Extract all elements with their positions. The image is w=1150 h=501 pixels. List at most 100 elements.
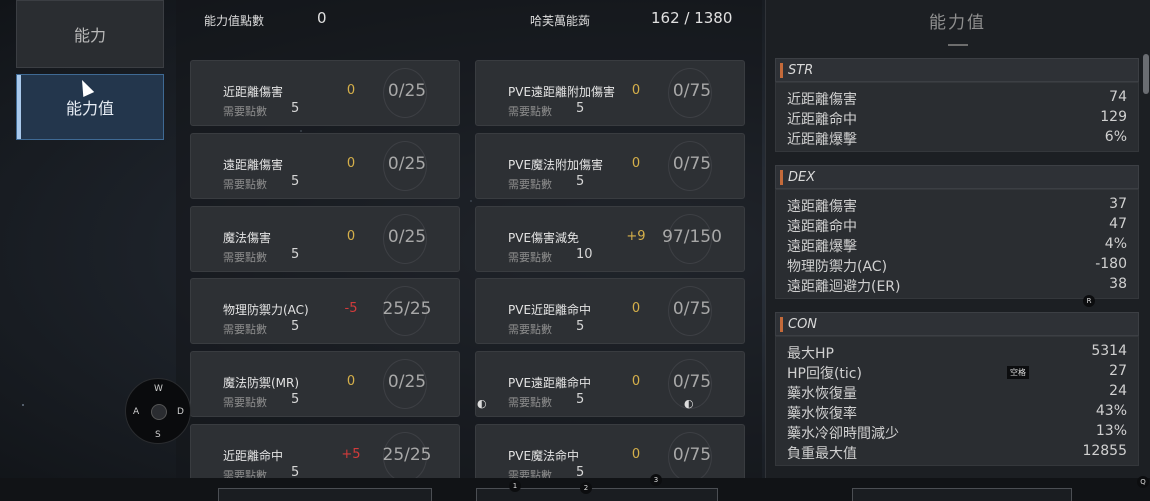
stat-card[interactable]: 遠距離傷害 需要點數 5 0 0/25	[190, 133, 460, 199]
stat-bonus: 0	[346, 83, 356, 98]
stat-row-label: 最大HP	[787, 346, 834, 362]
stat-card[interactable]: PVE魔法附加傷害 需要點數 5 0 0/75	[475, 133, 745, 199]
stat-row-value: 43%	[1095, 403, 1127, 419]
stat-card[interactable]: 魔法傷害 需要點數 5 0 0/25	[190, 206, 460, 272]
required-label: 需要點數	[508, 251, 552, 264]
required-label: 需要點數	[223, 396, 267, 409]
stat-row-label: 物理防禦力(AC)	[787, 259, 888, 275]
tab-abilities[interactable]: 能力	[16, 0, 164, 68]
stats-panel-title: 能力值	[929, 13, 986, 33]
stat-card[interactable]: PVE遠距離命中 需要點數 5 0 0/75	[475, 351, 745, 417]
stat-bonus: 0	[631, 156, 641, 171]
required-label: 需要點數	[223, 105, 267, 118]
stat-row-value: 13%	[1095, 423, 1127, 439]
stat-row: 近距離爆擊 6%	[787, 129, 1127, 149]
required-value: 5	[291, 319, 300, 334]
stat-row: 遠距離傷害 37	[787, 196, 1127, 216]
total-label: 哈芙萬能蒟	[530, 14, 591, 28]
stat-card[interactable]: PVE傷害減免 需要點數 10 +9 97/150	[475, 206, 745, 272]
stat-bonus: 0	[631, 447, 641, 462]
stat-card[interactable]: 魔法防禦(MR) 需要點數 5 0 0/25	[190, 351, 460, 417]
tab-abilities-label: 能力	[73, 26, 106, 45]
stat-name: 近距離傷害	[223, 85, 284, 99]
stat-row: 藥水冷卻時間減少 13%	[787, 423, 1127, 443]
stat-row-value: 129	[1100, 109, 1127, 125]
stat-bonus: 0	[346, 156, 356, 171]
required-label: 需要點數	[508, 396, 552, 409]
stat-row-label: 遠距離爆擊	[787, 239, 857, 255]
stat-name: 近距離命中	[223, 449, 284, 463]
required-label: 需要點數	[508, 178, 552, 191]
stat-row-value: 27	[1109, 363, 1127, 379]
required-value: 5	[576, 174, 585, 189]
required-label: 需要點數	[223, 251, 267, 264]
stat-name: PVE遠距離命中	[508, 376, 592, 390]
required-value: 5	[291, 174, 300, 189]
gamepad-icon: ◐	[477, 397, 487, 410]
stat-card[interactable]: PVE近距離命中 需要點數 5 0 0/75	[475, 278, 745, 344]
stat-row: 最大HP 5314	[787, 343, 1127, 363]
stat-row-label: HP回復(tic)	[787, 366, 862, 382]
stat-bonus: 0	[631, 374, 641, 389]
hotkey-2-badge: 2	[580, 482, 592, 494]
stat-name: 魔法傷害	[223, 231, 272, 245]
stat-row: 藥水恢復率 43%	[787, 403, 1127, 423]
required-label: 需要點數	[223, 323, 267, 336]
title-ornament-icon	[948, 36, 968, 46]
total-value: 162 / 1380	[651, 9, 733, 27]
stat-row: 藥水恢復量 24	[787, 383, 1127, 403]
points-label: 能力值點數	[204, 14, 265, 28]
stat-row-value: 38	[1109, 276, 1127, 292]
stat-row: 物理防禦力(AC) -180	[787, 256, 1127, 276]
stat-bonus: 0	[631, 301, 641, 316]
stat-row: 遠距離命中 47	[787, 216, 1127, 236]
stat-name: PVE近距離命中	[508, 303, 592, 317]
stat-row-value: 4%	[1104, 236, 1127, 252]
stat-progress: 25/25	[382, 299, 432, 319]
stat-name: 物理防禦力(AC)	[223, 303, 309, 317]
stat-row: 近距離命中 129	[787, 109, 1127, 129]
stat-progress: 25/25	[382, 445, 432, 465]
required-value: 5	[576, 101, 585, 116]
stat-row-label: 遠距離迴避力(ER)	[787, 279, 901, 295]
stat-progress: 0/75	[672, 81, 712, 101]
stat-row-value: 74	[1109, 89, 1127, 105]
compass-key-s: S	[155, 430, 161, 440]
stat-name: 魔法防禦(MR)	[223, 376, 300, 390]
scrollbar[interactable]	[1143, 54, 1149, 94]
stat-row: 近距離傷害 74	[787, 89, 1127, 109]
movement-compass: W A D S	[125, 378, 191, 444]
gamepad-icon: ◐	[684, 397, 694, 410]
required-label: 需要點數	[223, 178, 267, 191]
hotkey-1-badge: 1	[509, 480, 521, 492]
stat-name: PVE魔法命中	[508, 449, 580, 463]
stat-bonus: 0	[346, 374, 356, 389]
stat-card[interactable]: 近距離傷害 需要點數 5 0 0/25	[190, 60, 460, 126]
stat-row-value: 6%	[1104, 129, 1127, 145]
stat-card[interactable]: PVE遠距離附加傷害 需要點數 5 0 0/75	[475, 60, 745, 126]
tab-ability-values-label: 能力值	[65, 99, 114, 118]
stat-progress: 0/75	[672, 154, 712, 174]
stat-row: 遠距離迴避力(ER) 38	[787, 276, 1127, 296]
bottom-button[interactable]	[852, 488, 1072, 501]
stat-row-value: -180	[1095, 256, 1127, 272]
stat-row-label: 近距離命中	[787, 112, 857, 128]
stat-name: PVE遠距離附加傷害	[508, 85, 616, 99]
required-value: 5	[291, 101, 300, 116]
section-header-dex: DEX	[775, 165, 1139, 189]
stat-progress: 97/150	[662, 227, 722, 247]
stat-card[interactable]: 物理防禦力(AC) 需要點數 5 -5 25/25	[190, 278, 460, 344]
stat-row-value: 37	[1109, 196, 1127, 212]
section-header-str: STR	[775, 58, 1139, 82]
stat-bonus: +5	[341, 447, 361, 462]
hotkey-space-badge: 空格	[1007, 366, 1029, 379]
stat-bonus: -5	[344, 301, 358, 316]
stat-progress: 0/25	[387, 372, 427, 392]
compass-key-d: D	[177, 407, 184, 417]
stat-progress: 0/75	[672, 372, 712, 392]
stat-progress: 0/75	[672, 445, 712, 465]
bottom-button[interactable]	[218, 488, 432, 501]
compass-key-a: A	[133, 407, 140, 417]
section-title: STR	[788, 63, 814, 78]
required-value: 5	[291, 247, 300, 262]
